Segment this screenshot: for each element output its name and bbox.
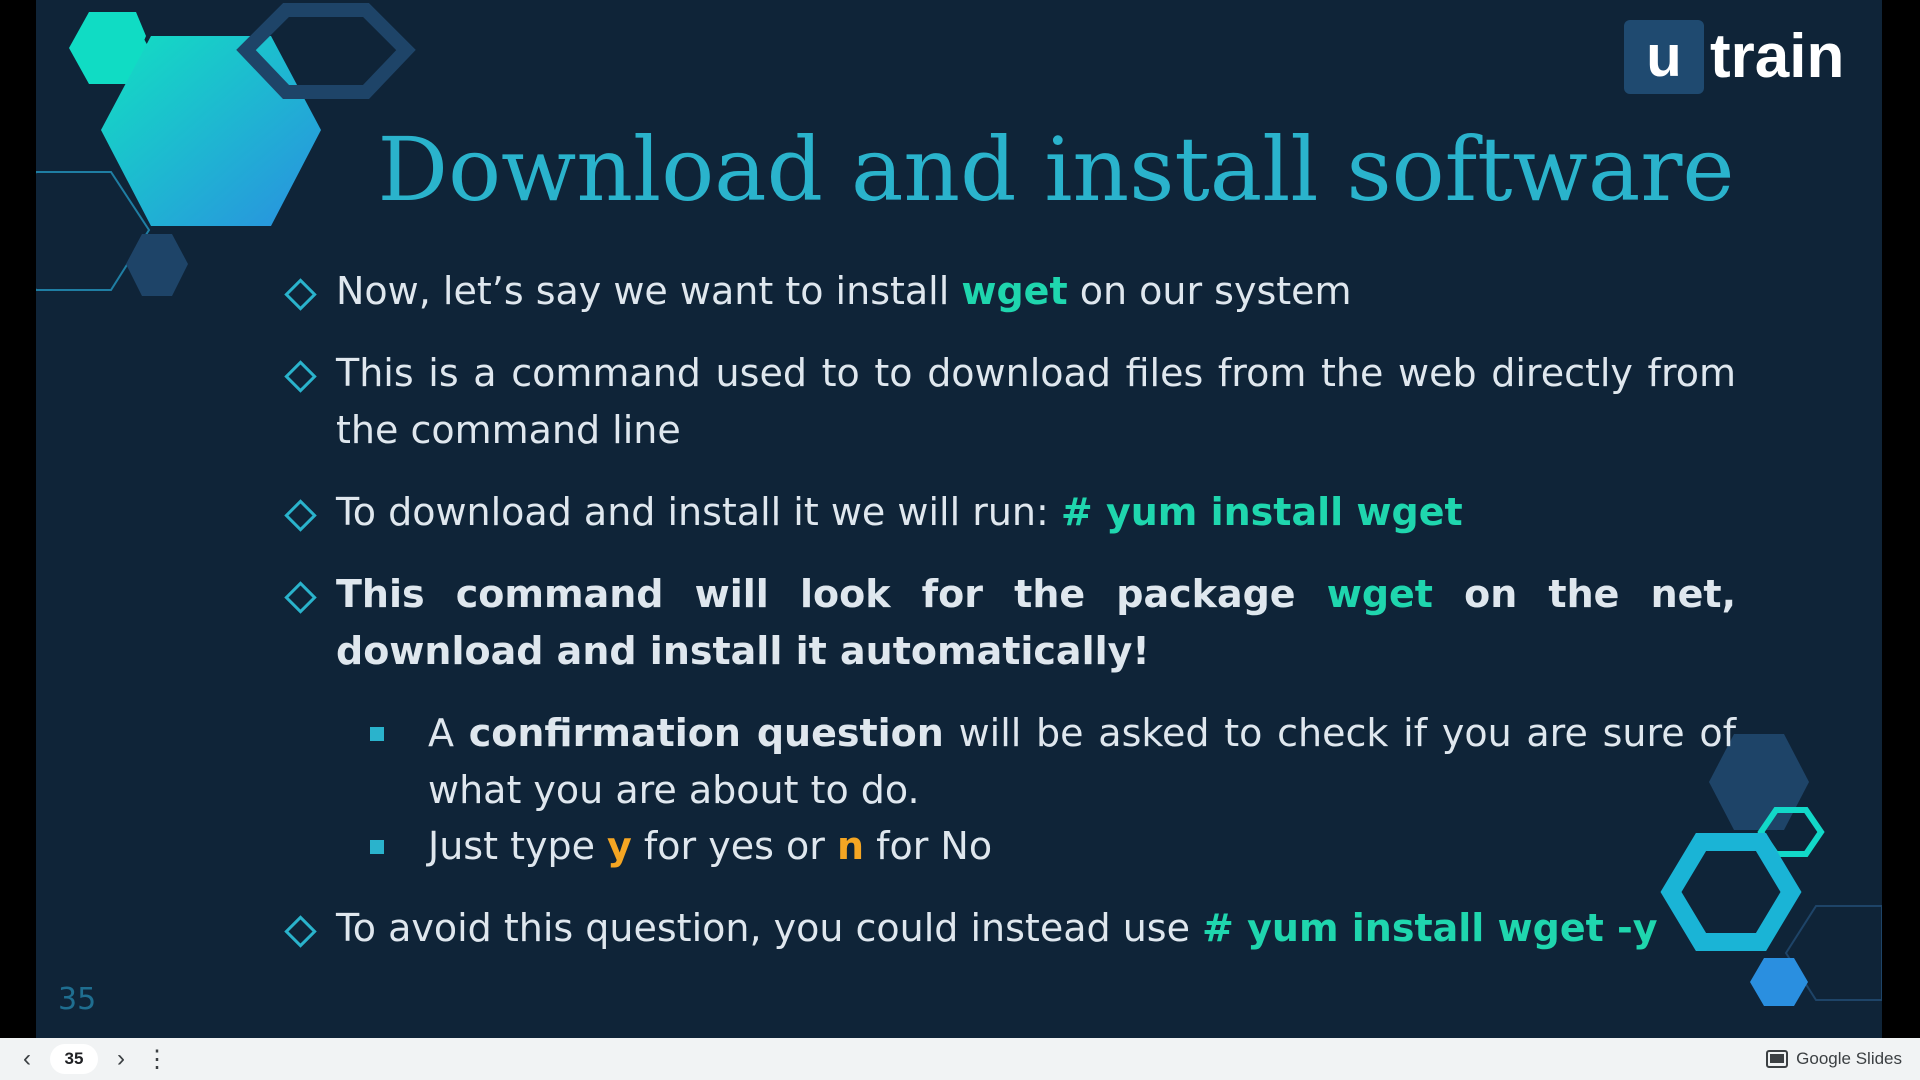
bullet-text: To download and install it we will run: … — [336, 484, 1736, 541]
slide: u train Download and install software No… — [36, 0, 1882, 1038]
text-span: Now, let’s say we want to install — [336, 269, 962, 313]
square-bullet-icon — [370, 840, 384, 854]
yes-key: y — [607, 824, 632, 868]
hexagon-shape — [1750, 958, 1808, 1006]
more-vert-icon[interactable]: ⋮ — [140, 1038, 174, 1080]
command-yum-install-y: # yum install wget -y — [1202, 906, 1658, 950]
hexagon-shape — [126, 234, 188, 296]
slide-title: Download and install software — [377, 118, 1735, 221]
bullet-text: This is a command used to to download fi… — [336, 351, 1736, 452]
bullet-text: To avoid this question, you could instea… — [336, 900, 1736, 957]
text-span: for No — [864, 824, 993, 868]
text-span: This command will look for the package — [336, 572, 1327, 616]
text-span: To avoid this question, you could instea… — [336, 906, 1203, 950]
bullet-item: Now, let’s say we want to install wget o… — [284, 263, 1736, 320]
bold-phrase: confirmation question — [468, 711, 944, 755]
text-span: Just type — [428, 824, 608, 868]
no-key: n — [836, 824, 864, 868]
chevron-left-icon[interactable]: ‹ — [10, 1038, 44, 1080]
utrain-logo: u train — [1624, 20, 1844, 94]
bullet-item: This command will look for the package w… — [284, 566, 1736, 680]
presentation-toolbar: ‹ 35 › ⋮ Google Slides — [0, 1038, 1920, 1080]
sub-bullet-text: Just type y for yes or n for No — [428, 818, 1736, 875]
bullet-item: To download and install it we will run: … — [284, 484, 1736, 541]
logo-text: train — [1710, 22, 1845, 91]
logo-mark: u — [1624, 20, 1704, 94]
text-span: A — [428, 711, 469, 755]
bullet-item: This is a command used to to download fi… — [284, 345, 1736, 459]
chevron-right-icon[interactable]: › — [104, 1038, 138, 1080]
slides-icon — [1766, 1050, 1789, 1068]
sub-bullet-text: A confirmation question will be asked to… — [428, 705, 1736, 819]
bullet-item: To avoid this question, you could instea… — [284, 900, 1736, 957]
square-bullet-icon — [370, 727, 384, 741]
highlight-wget: wget — [961, 269, 1068, 313]
page-number-button[interactable]: 35 — [50, 1044, 98, 1074]
slide-number: 35 — [58, 982, 97, 1017]
bullet-text: Now, let’s say we want to install wget o… — [336, 263, 1736, 320]
sub-bullet-item: Just type y for yes or n for No — [370, 818, 1736, 875]
google-slides-link[interactable]: Google Slides — [1766, 1038, 1902, 1080]
bullet-text: This command will look for the package w… — [336, 566, 1736, 680]
text-span: on our system — [1067, 269, 1352, 313]
text-span: To download and install it we will run: — [336, 490, 1061, 534]
command-yum-install: # yum install wget — [1060, 490, 1463, 534]
text-span: for yes or — [631, 824, 837, 868]
brand-label: Google Slides — [1796, 1049, 1902, 1068]
highlight-wget: wget — [1326, 572, 1433, 616]
sub-bullet-item: A confirmation question will be asked to… — [370, 705, 1736, 819]
